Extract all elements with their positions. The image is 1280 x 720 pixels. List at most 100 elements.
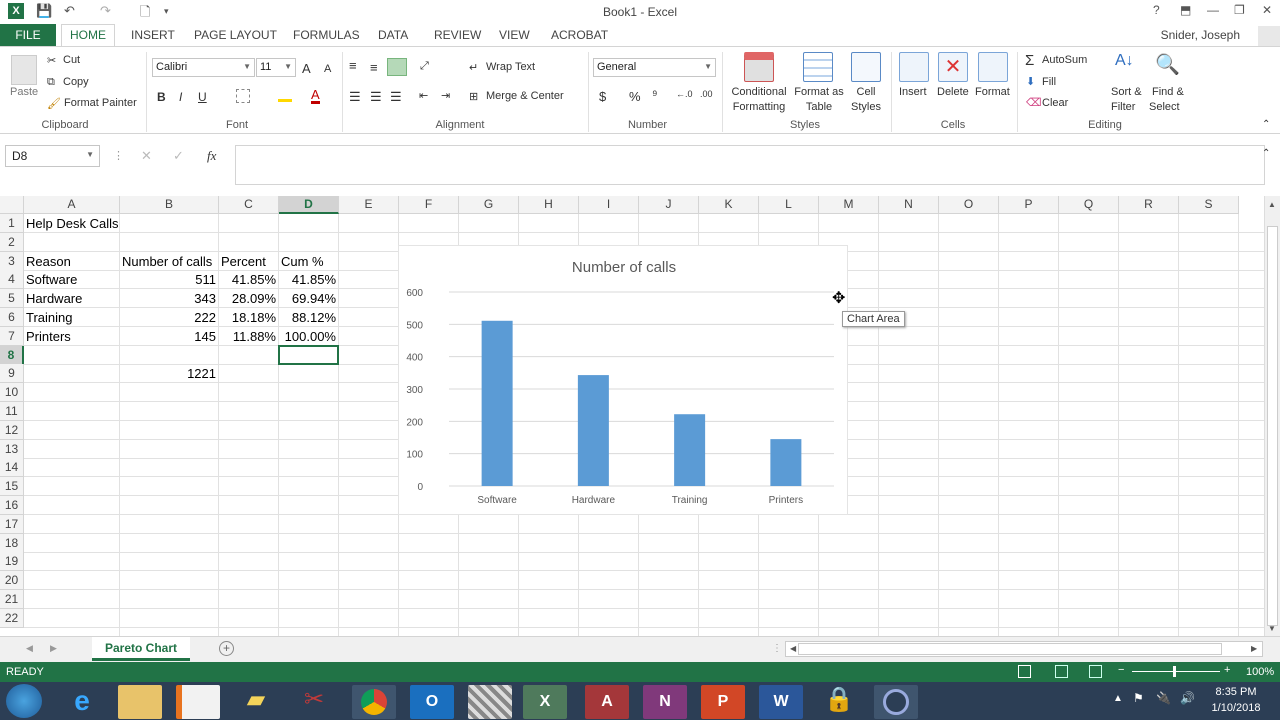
column-header-e[interactable]: E bbox=[339, 196, 399, 214]
cell-c7[interactable]: 11.88% bbox=[221, 327, 276, 346]
align-center-icon[interactable]: ☰ bbox=[370, 89, 382, 105]
column-header-p[interactable]: P bbox=[999, 196, 1059, 214]
name-box[interactable]: D8 ▼ bbox=[5, 145, 100, 167]
copy-icon[interactable]: ⧉ bbox=[47, 76, 55, 89]
row-header-3[interactable]: 3 bbox=[0, 251, 24, 271]
font-color-button[interactable]: A bbox=[311, 88, 320, 104]
cell-d3[interactable]: Cum % bbox=[281, 252, 336, 271]
row-header-7[interactable]: 7 bbox=[0, 326, 24, 346]
cell-b4[interactable]: 511 bbox=[122, 270, 216, 289]
sort-filter-label[interactable]: Sort & bbox=[1111, 86, 1142, 98]
collapse-ribbon-icon[interactable]: ⌃ bbox=[1262, 119, 1270, 130]
cell-b7[interactable]: 145 bbox=[122, 327, 216, 346]
row-header-14[interactable]: 14 bbox=[0, 458, 24, 478]
screen-recorder-icon[interactable] bbox=[874, 685, 918, 719]
close-button[interactable]: ✕ bbox=[1262, 3, 1272, 17]
cell-a1[interactable]: Help Desk Calls bbox=[26, 214, 166, 233]
volume-icon[interactable]: 🔊 bbox=[1180, 691, 1195, 705]
help-button[interactable]: ? bbox=[1153, 3, 1160, 17]
underline-button[interactable]: U bbox=[198, 90, 207, 104]
scrollbar-thumb[interactable] bbox=[1267, 226, 1278, 626]
vertical-scrollbar[interactable]: ▲ ▼ bbox=[1264, 196, 1280, 636]
scroll-down-icon[interactable]: ▼ bbox=[1268, 624, 1276, 633]
restore-button[interactable]: ❐ bbox=[1234, 3, 1245, 17]
currency-button[interactable]: $ bbox=[599, 89, 606, 104]
column-header-q[interactable]: Q bbox=[1059, 196, 1119, 214]
tab-review[interactable]: REVIEW bbox=[434, 28, 481, 42]
page-break-view-icon[interactable] bbox=[1089, 665, 1102, 678]
font-size-select[interactable]: 11 ▼ bbox=[256, 58, 296, 77]
onenote-icon[interactable]: N bbox=[643, 685, 687, 719]
column-header-o[interactable]: O bbox=[939, 196, 999, 214]
eraser-icon[interactable]: ⌫ bbox=[1026, 96, 1042, 109]
cell-a5[interactable]: Hardware bbox=[26, 289, 117, 308]
fill-color-icon[interactable] bbox=[278, 88, 292, 102]
tab-file[interactable]: FILE bbox=[0, 24, 56, 46]
expand-formula-icon[interactable]: ⌃ bbox=[1262, 148, 1270, 159]
conditional-formatting-icon[interactable] bbox=[744, 52, 774, 82]
increase-indent-icon[interactable]: ⇥ bbox=[441, 89, 450, 102]
flag-icon[interactable]: ⚑ bbox=[1133, 691, 1144, 705]
cell-styles-icon[interactable] bbox=[851, 52, 881, 82]
cell-a6[interactable]: Training bbox=[26, 308, 117, 327]
access-icon[interactable]: A bbox=[585, 685, 629, 719]
column-header-f[interactable]: F bbox=[399, 196, 459, 214]
zoom-level[interactable]: 100% bbox=[1246, 666, 1274, 678]
horizontal-scrollbar[interactable]: ◀ ▶ bbox=[785, 641, 1263, 657]
wrap-text-icon[interactable]: ↵ bbox=[469, 61, 478, 74]
cell-b9[interactable]: 1221 bbox=[122, 364, 216, 383]
tab-acrobat[interactable]: ACROBAT bbox=[551, 28, 608, 42]
paste-button[interactable]: Paste bbox=[10, 86, 38, 98]
clock-time[interactable]: 8:35 PM bbox=[1208, 686, 1264, 698]
cell-c4[interactable]: 41.85% bbox=[221, 270, 276, 289]
media-player-icon[interactable] bbox=[176, 685, 220, 719]
format-as-table-icon[interactable] bbox=[803, 52, 833, 82]
lock-icon[interactable]: 🔒 bbox=[817, 685, 861, 719]
format-as-table-label[interactable]: Format as bbox=[792, 86, 846, 98]
merge-icon[interactable]: ⊞ bbox=[469, 90, 478, 103]
column-header-l[interactable]: L bbox=[759, 196, 819, 214]
insert-cells-button[interactable]: Insert bbox=[899, 86, 927, 98]
insert-cells-icon[interactable] bbox=[899, 52, 929, 82]
word-icon[interactable]: W bbox=[759, 685, 803, 719]
cut-icon[interactable]: ✂ bbox=[47, 54, 56, 67]
cell-d7[interactable]: 100.00% bbox=[281, 327, 336, 346]
power-icon[interactable]: 🔌 bbox=[1156, 691, 1171, 705]
bold-button[interactable]: B bbox=[157, 90, 166, 104]
scrollbar-thumb[interactable] bbox=[798, 643, 1222, 655]
tab-home[interactable]: HOME bbox=[61, 24, 115, 47]
increase-decimal-icon[interactable]: ←.0 bbox=[676, 89, 693, 99]
cell-c3[interactable]: Percent bbox=[221, 252, 276, 271]
tab-view[interactable]: VIEW bbox=[499, 28, 530, 42]
cut-button[interactable]: Cut bbox=[63, 54, 80, 66]
tab-page-layout[interactable]: PAGE LAYOUT bbox=[194, 28, 277, 42]
cell-styles-label[interactable]: Cell bbox=[846, 86, 886, 98]
row-header-16[interactable]: 16 bbox=[0, 496, 24, 515]
zoom-in-icon[interactable]: + bbox=[1224, 664, 1230, 676]
internet-explorer-icon[interactable]: e bbox=[60, 685, 104, 719]
bar-chart[interactable]: Number of calls 0 100 200 300 400 500 600 Softwa… bbox=[399, 246, 849, 516]
format-cells-button[interactable]: Format bbox=[975, 86, 1010, 98]
cell-styles-label-2[interactable]: Styles bbox=[846, 101, 886, 113]
page-layout-view-icon[interactable] bbox=[1055, 665, 1068, 678]
ribbon-display-icon[interactable]: ⬒ bbox=[1180, 3, 1191, 17]
prev-sheet-icon[interactable]: ◀ bbox=[26, 643, 33, 654]
merge-center-button[interactable]: Merge & Center bbox=[486, 90, 564, 102]
zoom-slider-thumb[interactable] bbox=[1173, 666, 1176, 677]
column-header-s[interactable]: S bbox=[1179, 196, 1239, 214]
tab-insert[interactable]: INSERT bbox=[131, 28, 175, 42]
powerpoint-icon[interactable]: P bbox=[701, 685, 745, 719]
snipping-tool-icon[interactable]: ✂ bbox=[292, 685, 336, 719]
row-header-2[interactable]: 2 bbox=[0, 232, 24, 252]
zoom-out-icon[interactable]: − bbox=[1118, 664, 1124, 676]
tab-data[interactable]: DATA bbox=[378, 28, 408, 42]
align-left-icon[interactable]: ☰ bbox=[349, 89, 361, 105]
cell-d4[interactable]: 41.85% bbox=[281, 270, 336, 289]
comma-style-button[interactable]: ⁹ bbox=[652, 87, 658, 102]
column-header-n[interactable]: N bbox=[879, 196, 939, 214]
column-header-m[interactable]: M bbox=[819, 196, 879, 214]
user-name[interactable]: Snider, Joseph bbox=[1161, 28, 1240, 42]
clear-button[interactable]: Clear bbox=[1042, 97, 1068, 109]
row-header-21[interactable]: 21 bbox=[0, 590, 24, 609]
paste-icon[interactable] bbox=[11, 55, 37, 85]
